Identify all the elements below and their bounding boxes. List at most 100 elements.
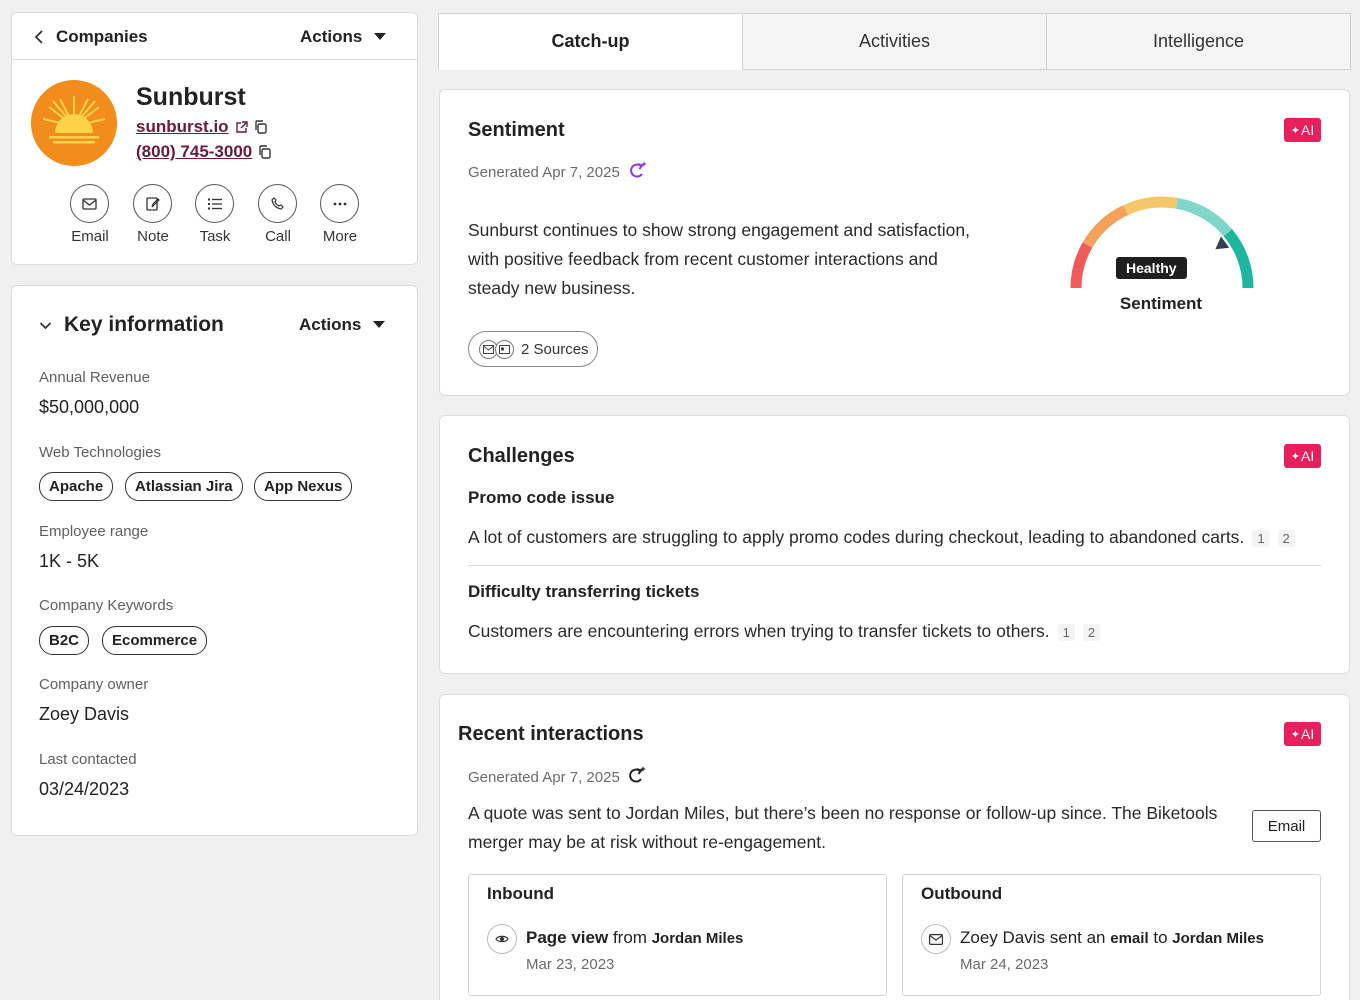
copy-icon[interactable] (258, 145, 271, 159)
company-name: Sunburst (136, 83, 246, 111)
mail-icon (82, 197, 97, 210)
page-view-icon (487, 924, 517, 954)
recent-interactions-title: Recent interactions (458, 723, 644, 745)
more-icon (333, 202, 346, 205)
keyword-tag-ecommerce: Ecommerce (102, 626, 208, 655)
challenge-title: Difficulty transferring tickets (468, 582, 700, 601)
ai-badge: ✦ AI (1284, 118, 1321, 142)
actions-label: Actions (299, 315, 362, 334)
outbound-title: Outbound (921, 884, 1003, 903)
sentiment-text-line: Sunburst continues to show strong engage… (468, 220, 970, 240)
outbound-activity-type: email (1110, 930, 1149, 947)
company-owner-label: Company owner (39, 676, 149, 693)
tab-activities[interactable]: Activities (742, 13, 1047, 70)
tab-label: Catch-up (551, 31, 630, 51)
inbound-activity-person[interactable]: Jordan Miles (652, 930, 744, 947)
back-button[interactable]: Companies (34, 27, 148, 47)
citation-ref[interactable]: 2 (1082, 624, 1101, 641)
header-divider (12, 59, 417, 60)
gauge-segment-orange (1082, 205, 1129, 248)
ai-badge-label: AI (1300, 726, 1315, 742)
copy-icon[interactable] (254, 120, 267, 134)
annual-revenue-label: Annual Revenue (39, 369, 150, 386)
caret-down-icon (374, 33, 387, 40)
gauge-segment-green (1223, 229, 1254, 289)
call-action-label: Call (265, 228, 291, 245)
challenge-text: A lot of customers are struggling to app… (468, 527, 1295, 548)
note-action-button[interactable] (133, 184, 172, 223)
email-activity-icon (921, 924, 951, 954)
inbound-activity: Page view from Jordan Miles (526, 928, 743, 948)
company-phone-row: (800) 745-3000 (136, 142, 271, 162)
sparkle-icon: ✦ (1290, 124, 1300, 137)
task-action-button[interactable] (195, 184, 234, 223)
eye-icon (495, 935, 509, 943)
outbound-date: Mar 24, 2023 (960, 956, 1049, 973)
sentiment-text-line: steady new business. (468, 278, 636, 298)
recent-summary-line: A quote was sent to Jordan Miles, but th… (468, 803, 1218, 823)
citation-ref[interactable]: 2 (1277, 530, 1295, 547)
sources-button[interactable]: 2 Sources (468, 331, 598, 367)
outbound-activity-person[interactable]: Jordan Miles (1172, 930, 1264, 947)
email-button[interactable]: Email (1252, 810, 1321, 842)
email-action-label: Email (71, 228, 109, 245)
note-action-label: Note (137, 228, 169, 245)
more-action-button[interactable] (320, 184, 359, 223)
inbound-activity-connector: from (612, 928, 647, 947)
citation-ref[interactable]: 1 (1252, 530, 1270, 547)
tech-tag-app-nexus: App Nexus (254, 472, 353, 501)
tab-catch-up[interactable]: Catch-up (438, 13, 743, 70)
keyword-tag-b2c: B2C (39, 626, 90, 655)
external-link-icon[interactable] (235, 120, 248, 134)
back-label: Companies (56, 27, 148, 46)
recent-summary-text: A quote was sent to Jordan Miles, but th… (468, 799, 1217, 857)
company-domain-link[interactable]: sunburst.io (136, 117, 229, 137)
ai-badge: ✦ AI (1284, 722, 1321, 746)
company-card: Companies Actions Sunburst sunburst.io (… (11, 12, 418, 265)
header-actions-dropdown[interactable]: Actions (300, 27, 387, 47)
employee-range-value: 1K - 5K (39, 551, 100, 571)
inbound-date: Mar 23, 2023 (526, 956, 615, 973)
company-domain-row: sunburst.io (136, 117, 267, 137)
key-info-actions-dropdown[interactable]: Actions (299, 315, 386, 335)
sentiment-generated-date: Generated Apr 7, 2025 (468, 164, 620, 181)
gauge-segment-teal (1175, 197, 1233, 237)
sparkle-icon: ✦ (1290, 450, 1300, 463)
annual-revenue-value: $50,000,000 (39, 397, 140, 417)
citation-ref[interactable]: 1 (1057, 624, 1075, 641)
tech-tag-atlassian-jira: Atlassian Jira (125, 472, 243, 501)
gauge-segment-yellow (1123, 196, 1178, 216)
actions-label: Actions (300, 27, 363, 46)
email-action-button[interactable] (70, 184, 109, 223)
challenge-divider (468, 565, 1321, 566)
call-action-button[interactable] (258, 184, 297, 223)
phone-icon (271, 197, 284, 210)
ai-badge-label: AI (1300, 448, 1315, 464)
challenges-title: Challenges (468, 445, 575, 467)
company-phone-link[interactable]: (800) 745-3000 (136, 142, 252, 162)
key-information-toggle[interactable]: Key information (39, 313, 224, 337)
sentiment-text: Sunburst continues to show strong engage… (468, 216, 970, 303)
company-logo (31, 80, 117, 166)
tab-label: Intelligence (1152, 31, 1245, 51)
regenerate-icon[interactable] (627, 160, 649, 182)
recent-generated-date: Generated Apr 7, 2025 (468, 769, 620, 786)
sources-label: 2 Sources (521, 341, 589, 358)
gauge-status-badge: Healthy (1116, 257, 1187, 279)
caret-down-icon (373, 321, 386, 328)
regenerate-icon[interactable] (626, 765, 648, 787)
ai-badge: ✦ AI (1284, 444, 1321, 468)
tab-intelligence[interactable]: Intelligence (1046, 13, 1351, 70)
chevron-left-icon (34, 30, 43, 44)
key-information-title: Key information (64, 313, 224, 336)
outbound-activity-connector: to (1153, 928, 1168, 947)
ai-badge-label: AI (1300, 122, 1315, 138)
note-icon (145, 196, 160, 211)
last-contacted-label: Last contacted (39, 751, 137, 768)
challenge-text-content: Customers are encountering errors when t… (468, 621, 1050, 641)
inbound-activity-type: Page view (526, 928, 609, 947)
company-keywords-label: Company Keywords (39, 597, 174, 614)
challenge-text-content: A lot of customers are struggling to app… (468, 527, 1245, 547)
document-source-icon (495, 340, 514, 359)
gauge-label: Sentiment (1119, 294, 1203, 313)
